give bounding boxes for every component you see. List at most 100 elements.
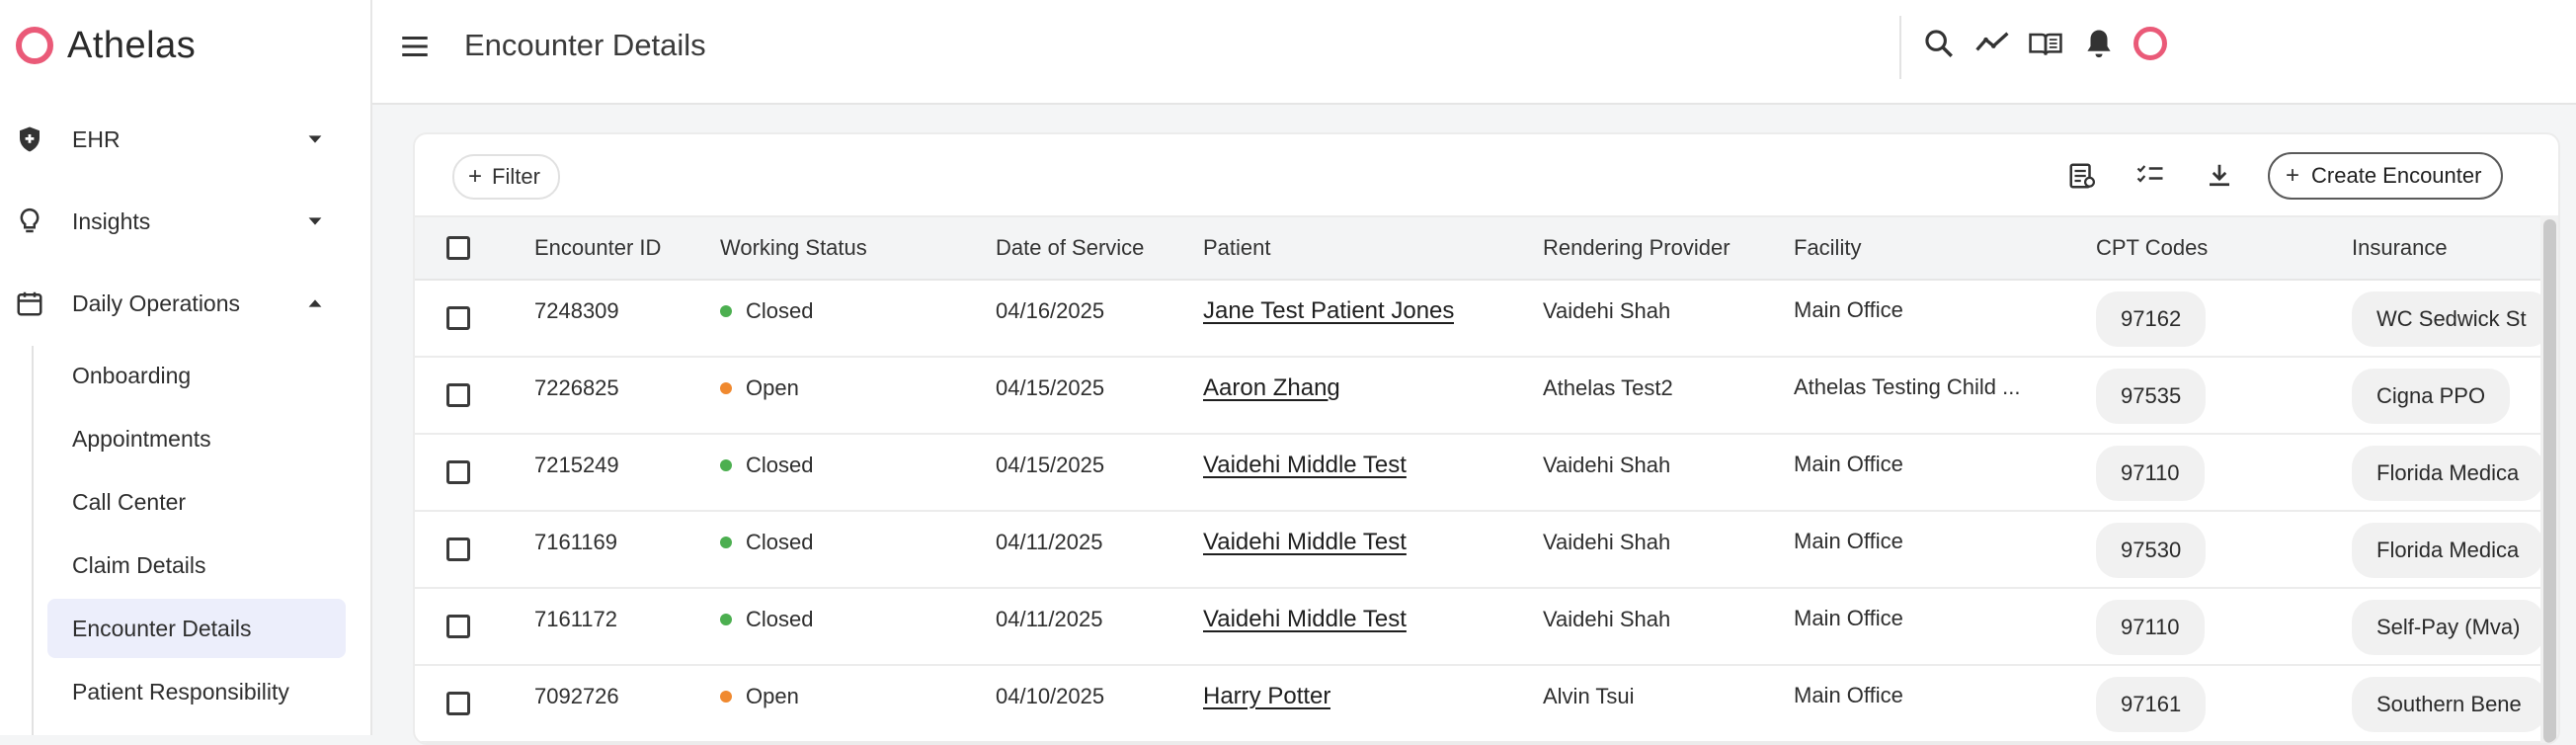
working-status: Open: [720, 666, 799, 727]
row-select-cell: [446, 512, 470, 587]
shield-plus-icon: [14, 124, 45, 155]
sidebar-item-label: Call Center: [72, 488, 187, 515]
insurance-chip[interactable]: Florida Medica: [2352, 523, 2540, 578]
sidebar-item-label: Patient Responsibility: [72, 678, 289, 704]
patient-link[interactable]: Harry Potter: [1203, 683, 1330, 710]
table-row[interactable]: 7248309 Closed 04/16/2025 Jane Test Patient…: [415, 281, 2540, 358]
search-icon[interactable]: [1921, 26, 1957, 61]
patient-cell: Vaidehi Middle Test: [1203, 435, 1407, 496]
status-dot-icon: [720, 614, 732, 625]
bell-icon[interactable]: [2081, 26, 2117, 61]
trend-icon[interactable]: [1974, 26, 2010, 61]
book-icon[interactable]: [2028, 26, 2063, 61]
sidebar-item-insights[interactable]: Insights: [0, 192, 372, 251]
cpt-code-chip[interactable]: 97162: [2096, 291, 2207, 347]
column-header-working-status[interactable]: Working Status: [720, 217, 867, 279]
create-encounter-button[interactable]: + Create Encounter: [2268, 152, 2504, 200]
facility: Main Office: [1794, 683, 1903, 707]
subnav-divider: [32, 346, 34, 735]
sidebar-item-onboarding[interactable]: Onboarding: [47, 346, 346, 405]
insurance-chip[interactable]: WC Sedwick St: [2352, 291, 2540, 347]
select-all-checkbox[interactable]: [446, 236, 470, 260]
facility: Main Office: [1794, 529, 1903, 553]
sidebar-item-encounter-details[interactable]: Encounter Details: [47, 599, 346, 658]
patient-link[interactable]: Vaidehi Middle Test: [1203, 529, 1407, 556]
table-row[interactable]: 7161172 Closed 04/11/2025 Vaidehi Middle Te…: [415, 589, 2540, 666]
patient-link[interactable]: Aaron Zhang: [1203, 374, 1340, 402]
profile-avatar[interactable]: [2133, 26, 2168, 61]
page-title: Encounter Details: [464, 28, 706, 62]
row-checkbox[interactable]: [446, 538, 470, 561]
cpt-code-chip[interactable]: 97161: [2096, 677, 2207, 732]
avatar-ring-icon: [2133, 27, 2167, 60]
column-header-encounter-id[interactable]: Encounter ID: [534, 217, 661, 279]
row-checkbox[interactable]: [446, 692, 470, 715]
facility: Main Office: [1794, 452, 1903, 476]
working-status: Open: [720, 358, 799, 419]
report-icon[interactable]: [2066, 160, 2098, 192]
patient-link[interactable]: Vaidehi Middle Test: [1203, 606, 1407, 633]
cpt-code-chip[interactable]: 97530: [2096, 523, 2207, 578]
row-checkbox[interactable]: [446, 460, 470, 484]
checklist-icon[interactable]: [2134, 160, 2166, 192]
working-status: Closed: [720, 281, 813, 342]
cpt-code-chip[interactable]: 97110: [2096, 446, 2205, 501]
date-of-service: 04/11/2025: [996, 607, 1103, 631]
sidebar-item-ehr[interactable]: EHR: [0, 110, 372, 169]
lightbulb-icon: [14, 206, 45, 237]
column-header-date-of-service[interactable]: Date of Service: [996, 217, 1144, 279]
row-checkbox[interactable]: [446, 383, 470, 407]
insurance-cell: Southern Bene: [2352, 666, 2540, 743]
row-checkbox[interactable]: [446, 615, 470, 638]
insurance-chip[interactable]: Southern Bene: [2352, 677, 2540, 732]
create-encounter-label: Create Encounter: [2311, 163, 2482, 188]
cpt-code-chip[interactable]: 97535: [2096, 369, 2207, 424]
sidebar: Athelas EHR Insights Daily Operations On…: [0, 0, 372, 735]
plus-icon: +: [2286, 162, 2300, 189]
insurance-chip[interactable]: Florida Medica: [2352, 446, 2540, 501]
scrollbar-thumb[interactable]: [2543, 219, 2556, 743]
vertical-scrollbar[interactable]: [2540, 215, 2558, 743]
table-row[interactable]: 7092726 Open 04/10/2025 Harry Potter Alvin T…: [415, 666, 2540, 743]
sidebar-item-label: Claim Details: [72, 551, 206, 578]
top-header: Encounter Details: [372, 0, 2576, 105]
chevron-up-icon: [308, 299, 322, 307]
insurance-chip[interactable]: Cigna PPO: [2352, 369, 2511, 424]
status-dot-icon: [720, 691, 732, 703]
row-select-cell: [446, 281, 470, 356]
patient-link[interactable]: Vaidehi Middle Test: [1203, 452, 1407, 479]
insurance-cell: Florida Medica: [2352, 512, 2540, 589]
sidebar-item-appointments[interactable]: Appointments: [47, 409, 346, 468]
facility: Main Office: [1794, 297, 1903, 322]
column-header-insurance[interactable]: Insurance: [2352, 217, 2448, 279]
download-icon[interactable]: [2204, 160, 2235, 192]
patient-cell: Harry Potter: [1203, 666, 1330, 727]
encounter-id: 7215249: [534, 453, 619, 477]
row-checkbox[interactable]: [446, 306, 470, 330]
column-header-rendering-provider[interactable]: Rendering Provider: [1543, 217, 1731, 279]
sidebar-item-call-center[interactable]: Call Center: [47, 472, 346, 532]
table-row[interactable]: 7226825 Open 04/15/2025 Aaron Zhang Athelas …: [415, 358, 2540, 435]
cpt-codes-cell: 97530: [2096, 512, 2207, 589]
sidebar-item-label: EHR: [72, 125, 121, 152]
hamburger-menu-icon[interactable]: [398, 30, 432, 63]
insurance-cell: Florida Medica: [2352, 435, 2540, 512]
sidebar-item-patient-responsibility[interactable]: Patient Responsibility: [47, 662, 346, 721]
table-row[interactable]: 7215249 Closed 04/15/2025 Vaidehi Middle Te…: [415, 435, 2540, 512]
sidebar-item-label: Insights: [72, 207, 151, 234]
patient-link[interactable]: Jane Test Patient Jones: [1203, 297, 1454, 325]
brand[interactable]: Athelas: [16, 18, 196, 73]
date-of-service: 04/10/2025: [996, 684, 1105, 708]
sidebar-item-daily-operations[interactable]: Daily Operations: [0, 274, 372, 333]
sidebar-item-claim-details[interactable]: Claim Details: [47, 536, 346, 595]
column-header-facility[interactable]: Facility: [1794, 217, 1861, 279]
filter-button[interactable]: + Filter: [452, 154, 560, 200]
insurance-chip[interactable]: Self-Pay (Mva): [2352, 600, 2540, 655]
chevron-down-icon: [308, 135, 322, 143]
table-row[interactable]: 7161169 Closed 04/11/2025 Vaidehi Middle Te…: [415, 512, 2540, 589]
column-header-cpt-codes[interactable]: CPT Codes: [2096, 217, 2208, 279]
cpt-code-chip[interactable]: 97110: [2096, 600, 2205, 655]
encounter-id: 7226825: [534, 375, 619, 400]
status-label: Open: [746, 375, 799, 400]
column-header-patient[interactable]: Patient: [1203, 217, 1271, 279]
